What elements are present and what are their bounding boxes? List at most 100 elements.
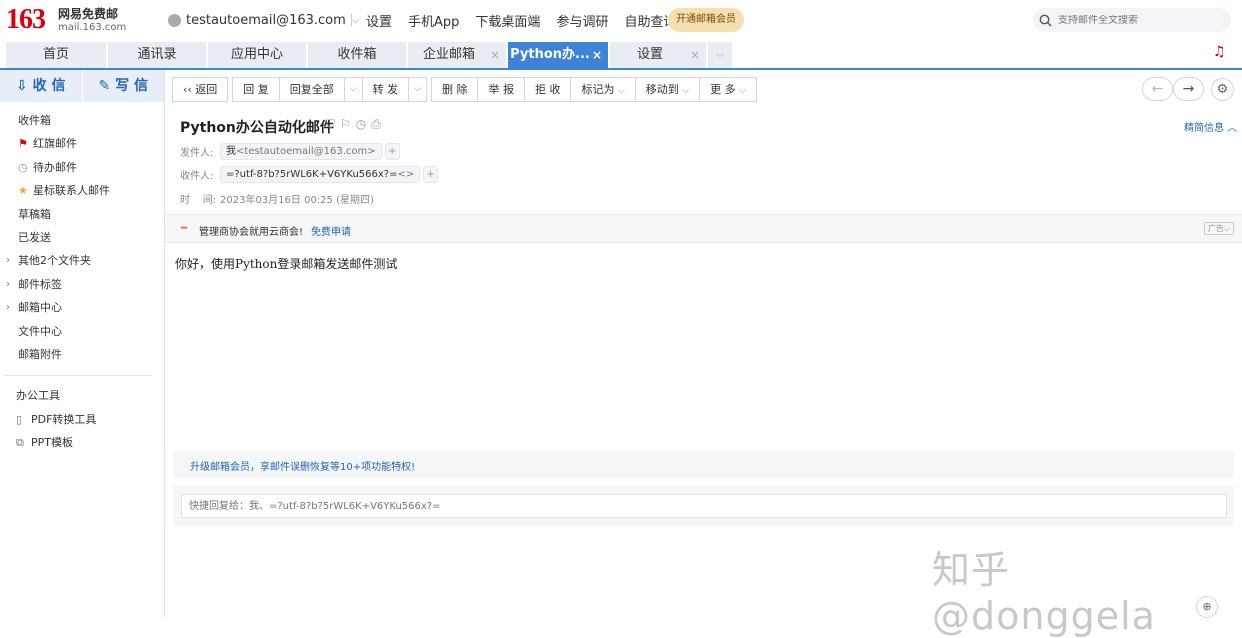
next-mail-button[interactable]: → bbox=[1173, 77, 1204, 101]
sidebar-item-attachments[interactable]: 邮箱附件 bbox=[0, 343, 164, 366]
close-icon[interactable]: × bbox=[690, 42, 700, 68]
bookmark-icon[interactable]: ⛉ bbox=[326, 117, 335, 132]
ad-bar: ━ 管理商协会就用云商会! 免费申请 广告⌵ bbox=[165, 214, 1242, 243]
tab-current-mail[interactable]: Python办... × bbox=[508, 42, 608, 68]
top-links: 设置 手机App 下载桌面端 参与调研 自助查询 bbox=[366, 11, 692, 30]
time-value: 2023年03月16日 00:25 (星期四) bbox=[220, 195, 374, 206]
top-link-desktop[interactable]: 下载桌面端 bbox=[475, 11, 540, 30]
vip-button[interactable]: 开通邮箱会员 bbox=[668, 8, 744, 32]
logo-domain: mail.163.com bbox=[58, 22, 127, 33]
sidebar-item-label: PDF转换工具 bbox=[31, 412, 97, 426]
tab-enterprise-mail[interactable]: 企业邮箱 × bbox=[408, 42, 506, 68]
sidebar: ⇩ 收 信 ✎ 写 信 收件箱 ⚑ 红旗邮件 ◷ 待办邮件 ★ 星标联系人邮件 草稿箱… bbox=[0, 70, 165, 617]
recipient-chip[interactable]: =?utf-8?b?5rWL6K+V6YKu566x?=<> bbox=[220, 166, 421, 183]
top-link-settings[interactable]: 设置 bbox=[366, 11, 392, 30]
sidebar-item-starred-contacts[interactable]: ★ 星标联系人邮件 bbox=[0, 179, 164, 202]
tab-contacts[interactable]: 通讯录 bbox=[108, 42, 206, 68]
top-link-mobile-app[interactable]: 手机App bbox=[408, 11, 459, 30]
search-input[interactable] bbox=[1058, 14, 1218, 26]
flag-icon[interactable]: ⚐ bbox=[340, 117, 351, 132]
mail-navigation: ← → bbox=[1142, 77, 1204, 101]
sidebar-item-inbox[interactable]: 收件箱 bbox=[0, 109, 164, 132]
zoom-button[interactable]: ⊕ bbox=[1196, 596, 1218, 618]
sidebar-item-flagged[interactable]: ⚑ 红旗邮件 bbox=[0, 132, 164, 155]
office-tools-title: 办公工具 bbox=[0, 384, 164, 407]
reply-button[interactable]: 回 复 bbox=[233, 78, 280, 101]
button-label: 更 多 bbox=[710, 83, 736, 96]
print-icon[interactable]: ⎙ bbox=[371, 117, 381, 132]
sender-chip[interactable]: 我<testautoemail@163.com> bbox=[220, 143, 382, 160]
mail-body: 你好，使用Python登录邮箱发送邮件测试 bbox=[175, 257, 398, 271]
reply-all-dropdown[interactable]: ⌵ bbox=[345, 78, 363, 101]
mark-as-button[interactable]: 标记为 ⌵ bbox=[571, 78, 636, 101]
upgrade-banner[interactable]: 升级邮箱会员，享邮件误删恢复等10+项功能特权! bbox=[173, 451, 1234, 478]
arrow-right-icon: → bbox=[1182, 81, 1195, 97]
chevron-up-icon: ︿ bbox=[1224, 123, 1238, 134]
compose-label: 写 信 bbox=[115, 78, 148, 94]
delete-button[interactable]: 删 除 bbox=[432, 78, 479, 101]
brief-info-toggle[interactable]: 精简信息 ︿ bbox=[1184, 119, 1237, 134]
music-icon[interactable]: ♫ bbox=[1213, 44, 1226, 60]
top-bar: 163 网易免费邮 mail.163.com testautoemail@163… bbox=[0, 0, 1242, 40]
sidebar-item-label: 邮箱附件 bbox=[18, 347, 62, 361]
add-contact-button[interactable]: + bbox=[423, 166, 439, 183]
logo-title: 网易免费邮 bbox=[58, 7, 119, 21]
move-to-button[interactable]: 移动到 ⌵ bbox=[636, 78, 701, 101]
receive-button[interactable]: ⇩ 收 信 bbox=[0, 70, 83, 102]
reply-all-button[interactable]: 回复全部 bbox=[280, 78, 345, 101]
sender-address: <testautoemail@163.com> bbox=[236, 146, 376, 157]
close-icon[interactable]: × bbox=[490, 42, 500, 68]
chevron-down-icon: ⌵ bbox=[682, 86, 690, 96]
tab-settings[interactable]: 设置 × bbox=[610, 42, 706, 68]
sidebar-item-todo[interactable]: ◷ 待办邮件 bbox=[0, 156, 164, 179]
time-label: 时 间: bbox=[180, 195, 217, 206]
recipient-row: 收件人: =?utf-8?b?5rWL6K+V6YKu566x?=<> + bbox=[180, 166, 439, 183]
report-button[interactable]: 举 报 bbox=[478, 78, 525, 101]
tab-more-dropdown[interactable]: ⌵ bbox=[708, 42, 732, 68]
clock-icon: ◷ bbox=[18, 160, 28, 174]
zoom-in-icon: ⊕ bbox=[1202, 600, 1212, 613]
sidebar-item-file-center[interactable]: 文件中心 bbox=[0, 320, 164, 343]
quick-reply-input[interactable] bbox=[181, 494, 1227, 518]
watermark: 知乎 @donggela bbox=[932, 548, 1156, 638]
ad-tag[interactable]: 广告⌵ bbox=[1203, 222, 1234, 235]
tab-inbox[interactable]: 收件箱 bbox=[308, 42, 406, 68]
reject-button[interactable]: 拒 收 bbox=[525, 78, 572, 101]
search-box[interactable] bbox=[1033, 8, 1231, 32]
compose-button[interactable]: ✎ 写 信 bbox=[83, 70, 165, 102]
ad-text: 管理商协会就用云商会! 免费申请 bbox=[199, 223, 351, 238]
red-flag-icon: ⚑ bbox=[18, 137, 28, 151]
sidebar-item-label: 红旗邮件 bbox=[33, 137, 77, 151]
settings-button[interactable]: ⚙ bbox=[1211, 78, 1234, 101]
sender-label: 发件人: bbox=[180, 148, 214, 159]
sidebar-item-ppt-template[interactable]: ⧉ PPT模板 bbox=[0, 431, 164, 454]
forward-button[interactable]: 转 发 bbox=[363, 78, 410, 101]
logo[interactable]: 163 bbox=[6, 4, 46, 36]
forward-dropdown[interactable]: ⌵ bbox=[409, 78, 426, 101]
ad-link[interactable]: 免费申请 bbox=[311, 227, 351, 238]
sender-row: 发件人: 我<testautoemail@163.com> + bbox=[180, 143, 400, 160]
time-row: 时 间: 2023年03月16日 00:25 (星期四) bbox=[180, 191, 374, 206]
more-button[interactable]: 更 多 ⌵ bbox=[700, 78, 756, 101]
add-contact-button[interactable]: + bbox=[384, 143, 400, 160]
ad-logo-icon: ━ bbox=[181, 223, 188, 234]
account-menu[interactable]: testautoemail@163.com ⌵ bbox=[168, 11, 359, 29]
back-button[interactable]: ‹‹ 返回 bbox=[173, 78, 227, 101]
close-icon[interactable]: × bbox=[592, 42, 602, 68]
sidebar-item-mail-center[interactable]: › 邮箱中心 bbox=[0, 296, 164, 319]
previous-mail-button[interactable]: ← bbox=[1142, 77, 1173, 101]
chevron-right-icon: › bbox=[6, 278, 10, 290]
sidebar-item-drafts[interactable]: 草稿箱 bbox=[0, 203, 164, 226]
sidebar-item-sent[interactable]: 已发送 bbox=[0, 226, 164, 249]
top-link-survey[interactable]: 参与调研 bbox=[556, 11, 608, 30]
tab-app-center[interactable]: 应用中心 bbox=[208, 42, 306, 68]
tab-label: 企业邮箱 bbox=[422, 47, 475, 62]
sidebar-item-pdf-tool[interactable]: ▯ PDF转换工具 bbox=[0, 408, 164, 431]
sidebar-item-label: 草稿箱 bbox=[18, 207, 51, 221]
avatar bbox=[168, 13, 181, 27]
clock-icon[interactable]: ◷ bbox=[356, 117, 366, 132]
sidebar-item-other-folders[interactable]: › 其他2个文件夹 bbox=[0, 249, 164, 272]
sidebar-item-mail-tags[interactable]: › 邮件标签 bbox=[0, 273, 164, 296]
chevron-down-icon: ⌵ bbox=[414, 84, 421, 94]
tab-home[interactable]: 首页 bbox=[6, 42, 106, 68]
